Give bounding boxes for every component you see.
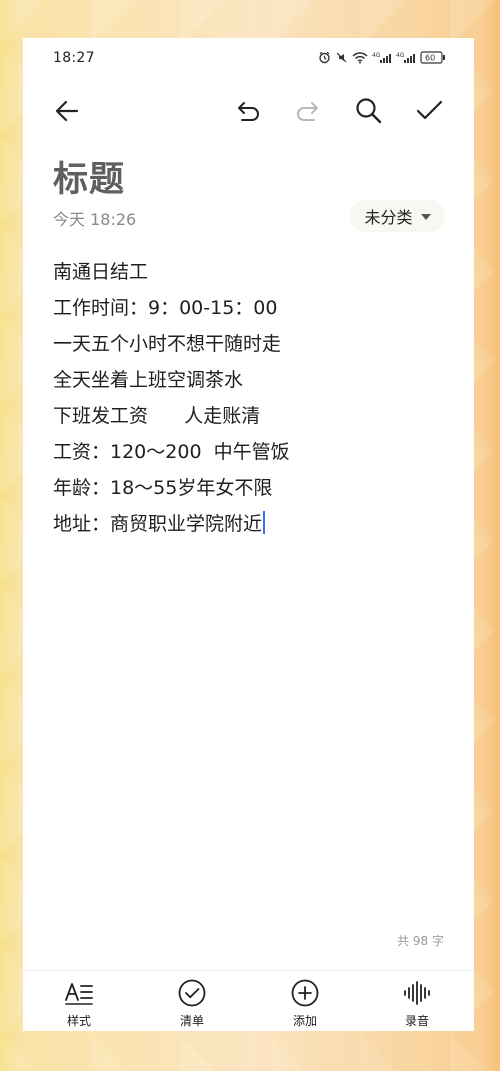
add-label: 添加: [292, 1014, 317, 1028]
note-line: 南通日结工: [53, 261, 149, 283]
record-label: 录音: [404, 1014, 429, 1028]
mute-icon: [335, 51, 348, 64]
note-timestamp: 今天 18:26: [53, 210, 137, 229]
check-circle-icon: [177, 978, 207, 1008]
undo-icon: [238, 102, 259, 121]
note-line-last: 地址：商贸职业学院附近: [53, 506, 443, 542]
search-button[interactable]: [351, 93, 387, 129]
style-button[interactable]: 样式: [44, 978, 114, 1030]
alarm-icon: [318, 51, 331, 64]
svg-text:4G: 4G: [372, 52, 381, 59]
status-bar: 18:27 4G 4G 60: [23, 38, 474, 80]
status-time: 18:27: [53, 50, 95, 66]
text-style-icon: [64, 978, 94, 1008]
checklist-label: 清单: [179, 1014, 204, 1028]
signal-icon-1: 4G: [372, 51, 392, 64]
battery-icon: 60: [420, 51, 446, 64]
note-line: 工资：120～200 中午管饭: [53, 441, 290, 463]
svg-text:4G: 4G: [396, 52, 405, 59]
bottom-action-bar: 样式 清单 添加 录音: [23, 970, 474, 1031]
redo-button[interactable]: [289, 93, 325, 129]
note-title[interactable]: 标题: [53, 151, 125, 202]
dropdown-caret-icon: [420, 214, 431, 220]
done-button[interactable]: [411, 93, 447, 129]
back-arrow-icon: [55, 100, 79, 122]
note-line: 工作时间：9：00-15：00: [53, 297, 278, 319]
note-line-text: 地址：商贸职业学院附近: [53, 513, 263, 535]
check-icon: [416, 100, 443, 120]
note-editor-screen: 18:27 4G 4G 60 标题 今天 18:26 未分类 南通日结工 工作时…: [23, 38, 474, 1031]
style-label: 样式: [66, 1014, 91, 1028]
wifi-icon: [352, 51, 368, 64]
plus-circle-icon: [290, 978, 320, 1008]
note-line: 年龄：18～55岁年女不限: [53, 477, 273, 499]
note-line: 下班发工资 人走账清: [53, 405, 261, 427]
signal-icon-2: 4G: [396, 51, 416, 64]
status-icons: 4G 4G 60: [318, 51, 446, 64]
redo-icon: [297, 102, 318, 121]
word-count: 共 98 字: [397, 934, 444, 948]
note-line: 全天坐着上班空调茶水: [53, 369, 244, 391]
note-body-editor[interactable]: 南通日结工 工作时间：9：00-15：00 一天五个小时不想干随时走 全天坐着上…: [53, 254, 443, 574]
back-button[interactable]: [49, 93, 85, 129]
category-label: 未分类: [364, 208, 413, 227]
note-line: 一天五个小时不想干随时走: [53, 333, 282, 355]
editor-toolbar: [23, 90, 474, 132]
record-button[interactable]: 录音: [382, 978, 452, 1030]
add-button[interactable]: 添加: [270, 978, 340, 1030]
undo-button[interactable]: [231, 93, 267, 129]
audio-waveform-icon: [402, 978, 432, 1008]
svg-text:60: 60: [425, 54, 435, 63]
search-icon: [356, 98, 382, 124]
category-selector[interactable]: 未分类: [350, 200, 445, 232]
text-cursor: [263, 511, 266, 534]
checklist-button[interactable]: 清单: [157, 978, 227, 1030]
